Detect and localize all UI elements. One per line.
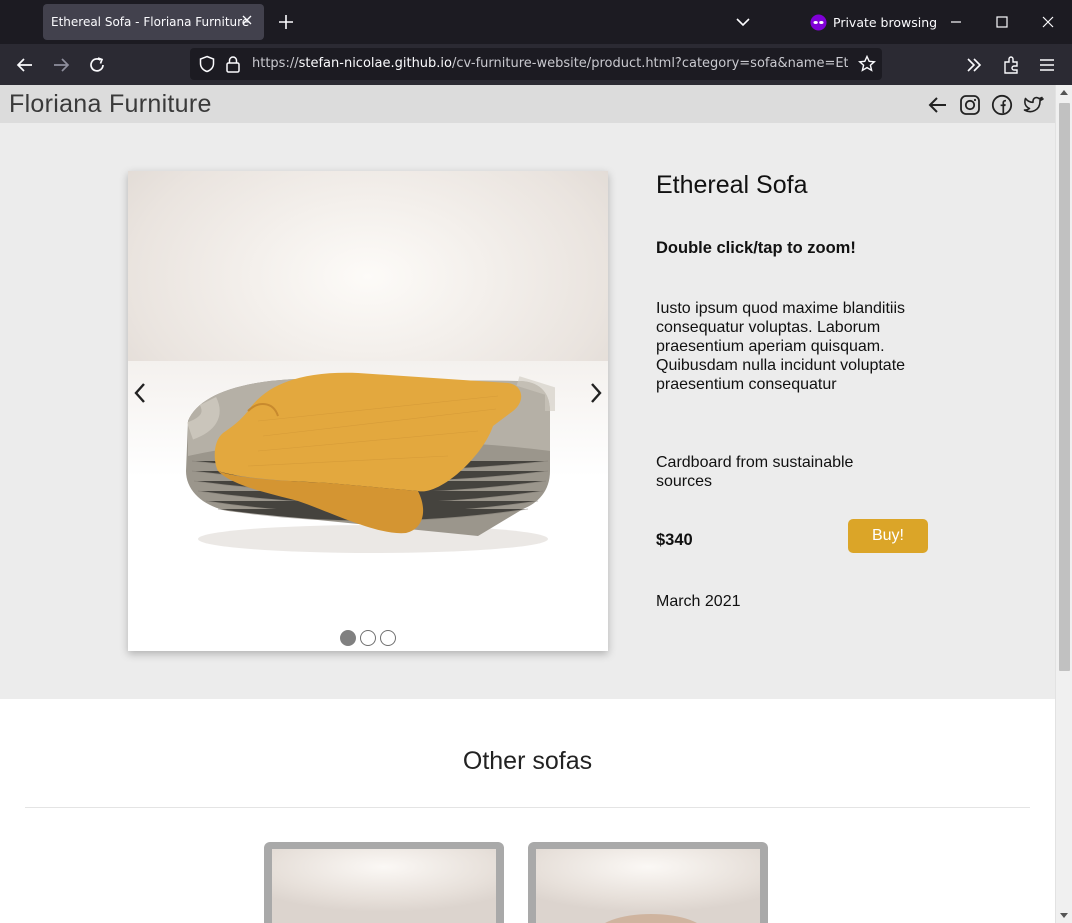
url-text[interactable]: https://stefan-nicolae.github.io/cv-furn… (252, 56, 848, 71)
shield-icon[interactable] (198, 55, 216, 73)
carousel-dot-2[interactable] (360, 630, 376, 646)
sofa-product-image[interactable] (178, 361, 558, 561)
page-viewport: Floriana Furniture Ethereal Sofa Double … (0, 85, 1072, 923)
product-title: Ethereal Sofa (656, 171, 808, 199)
other-sofas-section: Other sofas (0, 699, 1055, 923)
back-icon[interactable] (15, 55, 35, 75)
browser-nav-bar: https://stefan-nicolae.github.io/cv-furn… (0, 44, 1072, 85)
minimize-icon[interactable] (946, 12, 966, 32)
close-window-icon[interactable] (1038, 12, 1058, 32)
other-sofas-heading: Other sofas (462, 747, 593, 775)
product-image-carousel[interactable] (128, 171, 608, 651)
other-sofa-thumbnail[interactable] (536, 849, 760, 923)
maximize-icon[interactable] (992, 12, 1012, 32)
address-bar[interactable]: https://stefan-nicolae.github.io/cv-furn… (190, 48, 882, 80)
carousel-dot-1[interactable] (340, 630, 356, 646)
other-sofa-thumbnail[interactable] (272, 849, 496, 923)
other-sofa-card[interactable] (264, 842, 504, 923)
page-scrollbar[interactable] (1055, 85, 1072, 923)
product-section: Ethereal Sofa Double click/tap to zoom! … (0, 123, 1055, 699)
buy-button[interactable]: Buy! (848, 519, 928, 553)
product-description: Iusto ipsum quod maxime blanditiis conse… (656, 300, 906, 393)
facebook-icon[interactable] (991, 94, 1013, 116)
scroll-up-icon[interactable] (1060, 90, 1068, 95)
carousel-dot-3[interactable] (380, 630, 396, 646)
new-tab-icon[interactable] (277, 13, 295, 31)
close-tab-icon[interactable] (240, 13, 254, 27)
reload-icon[interactable] (87, 55, 107, 75)
extensions-icon[interactable] (1001, 55, 1021, 75)
instagram-icon[interactable] (959, 94, 981, 116)
product-date: March 2021 (656, 593, 741, 610)
scroll-down-icon[interactable] (1060, 913, 1068, 918)
bookmark-star-icon[interactable] (858, 55, 876, 73)
carousel-prev-icon[interactable] (132, 381, 148, 405)
scrollbar-thumb[interactable] (1059, 103, 1070, 671)
back-arrow-icon[interactable] (927, 94, 949, 116)
site-brand[interactable]: Floriana Furniture (9, 90, 212, 119)
chevron-down-icon[interactable] (735, 14, 751, 30)
browser-tab-bar: Ethereal Sofa - Floriana Furniture Priva… (0, 0, 1072, 44)
twitter-icon[interactable] (1023, 94, 1045, 116)
private-browsing-indicator: Private browsing (810, 12, 937, 32)
zoom-hint: Double click/tap to zoom! (656, 239, 856, 257)
forward-icon[interactable] (51, 55, 71, 75)
section-divider (25, 807, 1030, 808)
private-browsing-label: Private browsing (833, 14, 938, 30)
tab-title: Ethereal Sofa - Floriana Furniture (51, 15, 250, 29)
carousel-next-icon[interactable] (588, 381, 604, 405)
private-mask-icon (810, 13, 827, 31)
browser-tab-active[interactable]: Ethereal Sofa - Floriana Furniture (43, 4, 264, 40)
product-material: Cardboard from sustainable sources (656, 454, 854, 490)
other-sofa-card[interactable] (528, 842, 768, 923)
menu-icon[interactable] (1037, 55, 1057, 75)
site-header: Floriana Furniture (0, 85, 1055, 123)
overflow-chevrons-icon[interactable] (964, 55, 984, 75)
lock-icon[interactable] (225, 55, 241, 73)
product-price: $340 (656, 531, 693, 549)
carousel-dots (340, 630, 396, 646)
